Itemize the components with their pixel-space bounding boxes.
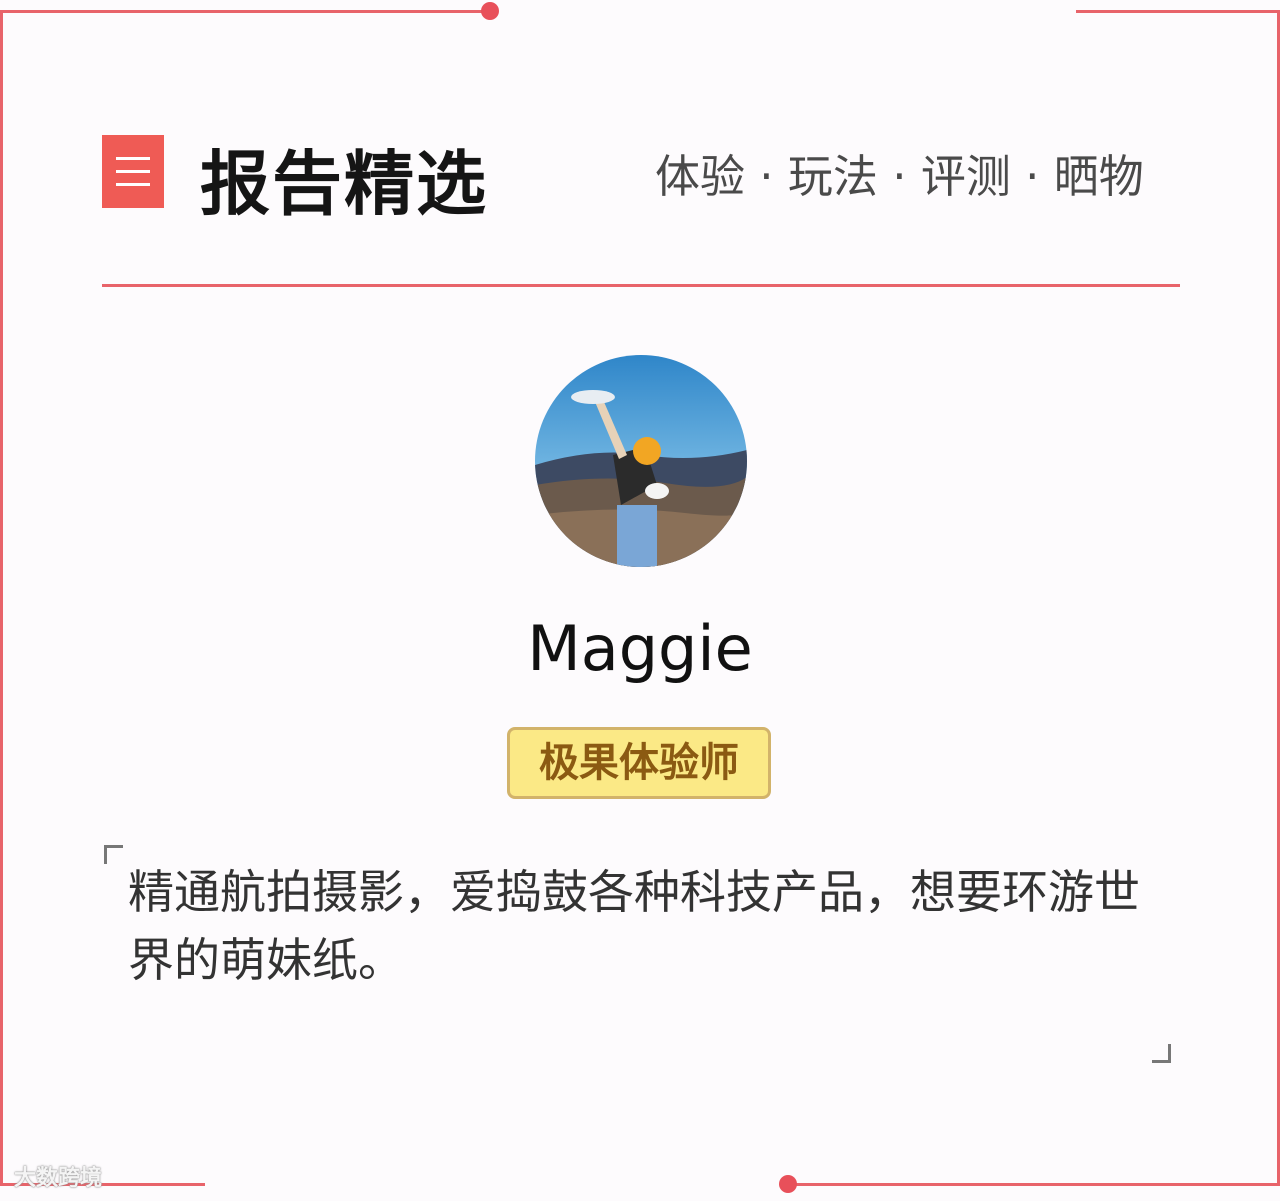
- frame-bottom-right-line: [788, 1183, 1280, 1186]
- user-bio: 精通航拍摄影，爱捣鼓各种科技产品，想要环游世界的萌妹纸。: [128, 865, 1140, 987]
- category-tags: 体验 · 玩法 · 评测 · 晒物: [655, 150, 1144, 203]
- frame-top-right-line: [1076, 10, 1280, 13]
- frame-top-left-line: [0, 10, 490, 13]
- watermark: 大数跨境: [14, 1166, 103, 1191]
- quote-open-corner: [104, 845, 123, 864]
- frame-top-dot: [481, 2, 499, 20]
- frame-bottom-dot: [779, 1175, 797, 1193]
- frame-left-line: [0, 10, 3, 1185]
- page-title: 报告精选: [200, 143, 488, 225]
- avatar: [535, 355, 747, 567]
- role-badge: 极果体验师: [507, 727, 771, 799]
- menu-icon: [102, 135, 164, 208]
- user-name: Maggie: [527, 612, 753, 685]
- quote-close-corner: [1152, 1044, 1171, 1063]
- header-divider: [102, 284, 1180, 287]
